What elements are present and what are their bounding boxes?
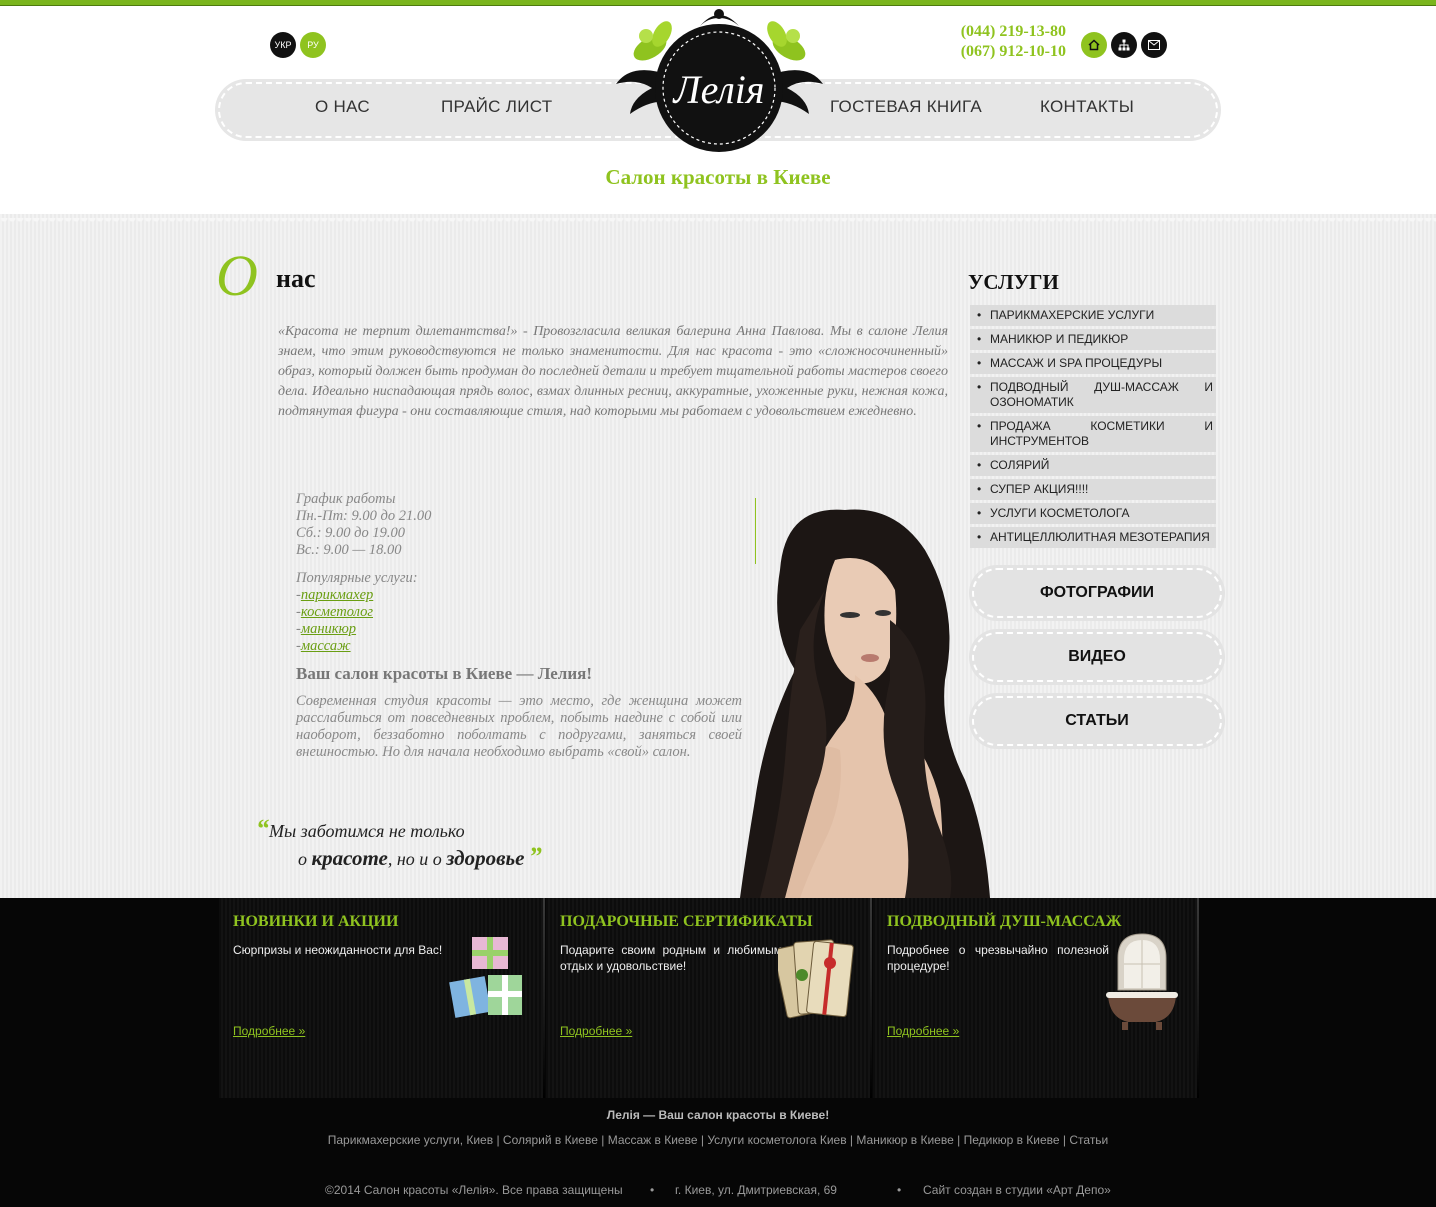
- salon-text: Современная студия красоты — это место, …: [296, 693, 742, 760]
- mail-icon[interactable]: [1141, 32, 1167, 58]
- footer-bullet: •: [897, 1183, 902, 1197]
- footer-slogan: Лелія — Ваш салон красоты в Киеве!: [606, 1108, 830, 1122]
- quote-mid: , но и о: [387, 849, 447, 869]
- quote-open-mark: “: [256, 814, 269, 843]
- footer-link[interactable]: Парикмахерские услуги, Киев: [328, 1133, 493, 1147]
- popular-services-list: -парикмахер -косметолог -маникюр -массаж: [296, 587, 373, 655]
- model-photo: [740, 509, 990, 898]
- services-item[interactable]: МАНИКЮР И ПЕДИКЮР: [970, 329, 1216, 350]
- services-item[interactable]: ПАРИКМАХЕРСКИЕ УСЛУГИ: [970, 305, 1216, 326]
- lang-ukr-button[interactable]: УКР: [270, 32, 296, 58]
- footer-text-certificates: Подарите своим родным и любимым отдых и …: [560, 943, 782, 973]
- salon-heading: Ваш салон красоты в Киеве — Лелия!: [296, 664, 592, 683]
- footer-link[interactable]: Педикюр в Киеве: [964, 1133, 1060, 1147]
- nav-price-list[interactable]: ПРАЙС ЛИСТ: [441, 97, 552, 117]
- schedule-line: Вс.: 9.00 — 18.00: [296, 542, 402, 558]
- services-item[interactable]: МАССАЖ И SPA ПРОЦЕДУРЫ: [970, 353, 1216, 374]
- popular-link-cosmetologist[interactable]: косметолог: [301, 604, 373, 620]
- popular-link-massage[interactable]: массаж: [301, 638, 351, 654]
- list-item: -парикмахер: [296, 587, 374, 603]
- popular-link-hairdresser[interactable]: парикмахер: [301, 587, 373, 603]
- site-slogan: Салон красоты в Киеве: [605, 165, 831, 189]
- quote-pre: о: [298, 849, 312, 869]
- footer-link[interactable]: Маникюр в Киеве: [856, 1133, 953, 1147]
- quote-word-beauty: красоте: [311, 846, 388, 870]
- services-item[interactable]: АНТИЦЕЛЛЮЛИТНАЯ МЕЗОТЕРАПИЯ: [970, 527, 1216, 548]
- quote-line-1: Мы заботимся не только: [269, 821, 465, 841]
- services-title: УСЛУГИ: [968, 270, 1059, 294]
- logo[interactable]: Лелія: [612, 6, 827, 156]
- footer-title-news: НОВИНКИ И АКЦИИ: [233, 913, 399, 930]
- photos-button[interactable]: ФОТОГРАФИИ: [972, 568, 1222, 618]
- schedule-title: График работы: [296, 491, 396, 507]
- lang-ru-button[interactable]: РУ: [300, 32, 326, 58]
- gift-certificates-image: [778, 939, 854, 1019]
- footer-more-news[interactable]: Подробнее »: [233, 1024, 305, 1038]
- footer-link[interactable]: Услуги косметолога Киев: [707, 1133, 846, 1147]
- services-menu: ПАРИКМАХЕРСКИЕ УСЛУГИ МАНИКЮР И ПЕДИКЮР …: [970, 305, 1216, 551]
- work-schedule: График работы Пн.-Пт: 9.00 до 21.00 Сб.:…: [296, 491, 746, 559]
- logo-text: Лелія: [672, 67, 765, 112]
- list-item: -маникюр: [296, 621, 357, 637]
- footer-title-massage: ПОДВОДНЫЙ ДУШ-МАССАЖ: [887, 913, 1122, 930]
- list-item: -косметолог: [296, 604, 374, 620]
- footer-link[interactable]: Массаж в Киеве: [608, 1133, 698, 1147]
- schedule-line: Сб.: 9.00 до 19.00: [296, 525, 405, 541]
- footer-links: Парикмахерские услуги, Киев | Солярий в …: [327, 1133, 1109, 1147]
- about-title: нас: [276, 264, 316, 293]
- footer-link[interactable]: Солярий в Киеве: [503, 1133, 598, 1147]
- footer-more-massage[interactable]: Подробнее »: [887, 1024, 959, 1038]
- popular-link-manicure[interactable]: маникюр: [301, 621, 356, 637]
- footer-title-certificates: ПОДАРОЧНЫЕ СЕРТИФИКАТЫ: [560, 913, 813, 930]
- home-icon[interactable]: [1081, 32, 1107, 58]
- sitemap-icon[interactable]: [1111, 32, 1137, 58]
- quote-word-health: здоровье: [446, 846, 525, 870]
- services-item[interactable]: СОЛЯРИЙ: [970, 455, 1216, 476]
- services-item[interactable]: ПРОДАЖА КОСМЕТИКИ И ИНСТРУМЕНТОВ: [970, 416, 1216, 452]
- quote: “Мы заботимся не только о красоте, но и …: [256, 816, 542, 872]
- gift-boxes-image: [449, 937, 522, 1018]
- services-item[interactable]: УСЛУГИ КОСМЕТОЛОГА: [970, 503, 1216, 524]
- bathtub-image: [1106, 933, 1178, 1030]
- nav-guestbook[interactable]: ГОСТЕВАЯ КНИГА: [830, 97, 982, 117]
- articles-button[interactable]: СТАТЬИ: [972, 696, 1222, 746]
- lace-divider-small: [0, 218, 1436, 228]
- phone-2: (067) 912-10-10: [960, 43, 1066, 60]
- footer-more-certificates[interactable]: Подробнее »: [560, 1024, 632, 1038]
- nav-about[interactable]: О НАС: [315, 97, 370, 117]
- studio-credit[interactable]: Сайт создан в студии «Арт Депо»: [923, 1183, 1111, 1197]
- footer-text-massage: Подробнее о чрезвычайно полезной процеду…: [887, 943, 1109, 973]
- video-button[interactable]: ВИДЕО: [972, 632, 1222, 682]
- footer-bullet: •: [650, 1183, 655, 1197]
- services-item[interactable]: ПОДВОДНЫЙ ДУШ-МАССАЖ И ОЗОНОМАТИК: [970, 377, 1216, 413]
- address: г. Киев, ул. Дмитриевская, 69: [675, 1183, 837, 1197]
- nav-contacts[interactable]: КОНТАКТЫ: [1040, 97, 1134, 117]
- footer-link[interactable]: Статьи: [1069, 1133, 1108, 1147]
- quote-close-mark: ”: [528, 842, 542, 871]
- about-decor-letter: О: [216, 243, 258, 308]
- phone-numbers: (044) 219-13-80 (067) 912-10-10: [920, 22, 1066, 62]
- services-item[interactable]: СУПЕР АКЦИЯ!!!!: [970, 479, 1216, 500]
- about-intro: «Красота не терпит дилетантства!» - Пров…: [278, 324, 948, 419]
- copyright: ©2014 Салон красоты «Лелія». Все права з…: [325, 1183, 623, 1197]
- footer-text-news: Сюрпризы и неожиданности для Вас!: [233, 943, 443, 957]
- schedule-line: Пн.-Пт: 9.00 до 21.00: [296, 508, 432, 524]
- phone-1: (044) 219-13-80: [960, 23, 1066, 40]
- list-item: -массаж: [296, 638, 351, 654]
- popular-services-title: Популярные услуги:: [296, 570, 418, 586]
